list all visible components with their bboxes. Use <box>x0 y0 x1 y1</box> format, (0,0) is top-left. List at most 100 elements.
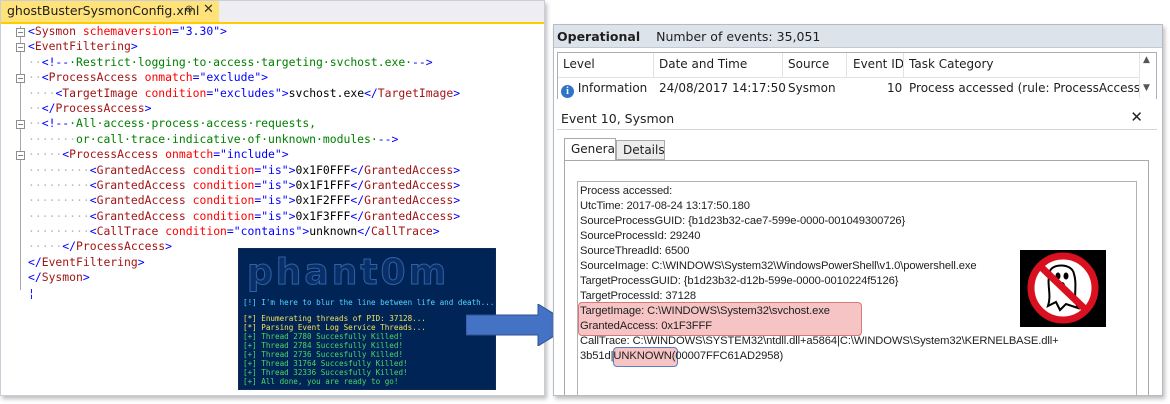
code-token: ProcessAccess <box>55 100 145 115</box>
code-token: </ <box>62 239 77 254</box>
detail-line: UtcTime: 2017-08-24 13:17:50.180 <box>580 200 750 212</box>
code-token: > <box>453 177 461 192</box>
column-header-event-id[interactable]: Event ID <box>853 57 904 71</box>
indent-whitespace: ···· <box>28 85 56 100</box>
column-divider[interactable] <box>903 53 904 77</box>
column-divider[interactable] <box>653 53 654 77</box>
editor-tab-ghostbuster[interactable]: ghostBusterSysmonConfig.xml ⊕ ✕ <box>1 1 219 22</box>
detail-line-granted-access: GrantedAccess: 0x1F3FFF <box>580 320 712 332</box>
code-token: > <box>432 224 440 239</box>
code-token: ="is"> <box>254 177 296 192</box>
code-token: ·All·access·process·access·requests, <box>69 116 317 131</box>
code-token: </ <box>350 162 365 177</box>
event-description-box[interactable]: Process accessed: UtcTime: 2017-08-24 13… <box>577 181 1137 395</box>
events-table: Level Date and Time Source Event ID Task… <box>557 52 1157 99</box>
code-token: > <box>82 270 90 285</box>
close-icon[interactable]: ✕ <box>1130 108 1143 126</box>
code-token: < <box>89 162 97 177</box>
code-token: 0x1F0FFF <box>295 162 351 177</box>
console-line: [!] I'm here to blur the line between li… <box>243 298 495 307</box>
indent-whitespace: ········· <box>28 224 90 239</box>
code-token: < <box>89 208 97 223</box>
column-divider[interactable] <box>782 53 783 77</box>
column-header-datetime[interactable]: Date and Time <box>659 57 747 71</box>
code-token: condition <box>144 85 207 100</box>
detail-line: SourceThreadId: 6500 <box>580 245 690 257</box>
code-token: < <box>28 24 35 38</box>
code-token: GrantedAccess <box>96 177 186 192</box>
code-token: < <box>89 193 97 208</box>
code-token: GrantedAccess <box>96 193 186 208</box>
code-token: GrantedAccess <box>364 193 454 208</box>
code-token: > <box>165 239 173 254</box>
table-scrollbar[interactable]: ▲ ▼ <box>1139 53 1156 98</box>
code-token: GrantedAccess <box>96 208 186 223</box>
code-token: onmatch <box>144 70 193 85</box>
column-header-level[interactable]: Level <box>563 57 595 71</box>
code-token: > <box>144 100 152 115</box>
code-token: "> <box>213 24 227 38</box>
table-row[interactable]: i Information 24/08/2017 14:17:50 Sysmon… <box>558 78 1156 99</box>
collapse-icon[interactable]: − <box>16 43 25 52</box>
code-token: ="is"> <box>254 162 296 177</box>
pin-icon[interactable]: ⊕ <box>185 4 193 15</box>
code-token: condition <box>192 162 255 177</box>
code-token: ="is"> <box>254 193 296 208</box>
task-category-cell: Process accessed (rule: ProcessAccess) <box>909 81 1145 95</box>
code-token: < <box>89 177 97 192</box>
code-line: <Sysmon schemaversion="3.30"> <box>28 24 460 39</box>
indent-whitespace: ·· <box>28 116 42 131</box>
detail-line-target-image: TargetImage: C:\WINDOWS\System32\svchost… <box>580 305 830 317</box>
code-token: condition <box>165 224 227 239</box>
detail-line-calltrace: CallTrace: C:\WINDOWS\SYSTEM32\ntdll.dll… <box>580 335 1059 347</box>
column-header-source[interactable]: Source <box>788 57 829 71</box>
column-header-task-category[interactable]: Task Category <box>909 57 994 71</box>
code-token: svchost.exe <box>288 85 365 100</box>
code-token: 0x1F1FFF <box>295 177 351 192</box>
tab-general[interactable]: General <box>564 138 618 161</box>
code-token: CallTrace <box>96 224 159 239</box>
console-line: [+] Thread 2780 Succesfully Killed! <box>243 332 404 341</box>
collapse-icon[interactable]: − <box>16 151 25 160</box>
code-token: ="excludes"> <box>206 85 289 100</box>
code-token: > <box>453 85 461 100</box>
console-line: [*] Parsing Event Log Service Threads... <box>243 323 426 332</box>
code-token: CallTrace <box>370 224 433 239</box>
console-line: [+] Thread 32336 Succesfully Killed! <box>243 368 408 377</box>
collapse-icon[interactable]: − <box>16 120 25 129</box>
code-token: ="exclude"> <box>192 70 269 85</box>
code-token: ="include"> <box>213 147 289 162</box>
phant0m-console: phant0m [!] I'm here to blur the line be… <box>238 248 496 390</box>
indent-whitespace: ······· <box>28 131 77 146</box>
tab-details[interactable]: Details <box>616 140 665 160</box>
close-tab-icon[interactable]: ✕ <box>203 2 214 17</box>
phant0m-logo: phant0m <box>246 252 450 293</box>
indent-whitespace: ····· <box>28 147 63 162</box>
collapse-icon[interactable]: − <box>16 74 25 83</box>
code-line: ··<ProcessAccess onmatch="exclude"> <box>28 70 460 85</box>
code-token: ="contains"> <box>226 224 310 239</box>
code-token: </ <box>357 224 371 239</box>
code-line: ·········<GrantedAccess condition="is">0… <box>28 163 460 178</box>
code-token: ProcessAccess <box>69 147 159 162</box>
code-token: </ <box>364 85 378 100</box>
code-token: 3.30 <box>185 24 214 38</box>
console-line: [+] Thread 31764 Succesfully Killed! <box>243 359 408 368</box>
code-line: ·········<GrantedAccess condition="is">0… <box>28 209 460 224</box>
general-tab-panel: Process accessed: UtcTime: 2017-08-24 13… <box>564 160 1149 395</box>
column-divider[interactable] <box>846 53 847 77</box>
detail-line: Process accessed: <box>580 185 673 197</box>
chevron-up-icon[interactable]: ▲ <box>1143 55 1150 65</box>
info-icon: i <box>561 85 574 98</box>
code-token: </ <box>28 254 42 269</box>
code-token: > <box>130 39 138 54</box>
code-token: > <box>453 208 461 223</box>
detail-line: TargetProcessId: 37128 <box>580 290 696 302</box>
collapse-icon[interactable]: − <box>16 28 25 37</box>
code-token: ·Restrict·logging·to·access·targeting·sv… <box>69 54 413 69</box>
code-token: GrantedAccess <box>96 162 186 177</box>
chevron-down-icon[interactable]: ▼ <box>1143 83 1150 93</box>
